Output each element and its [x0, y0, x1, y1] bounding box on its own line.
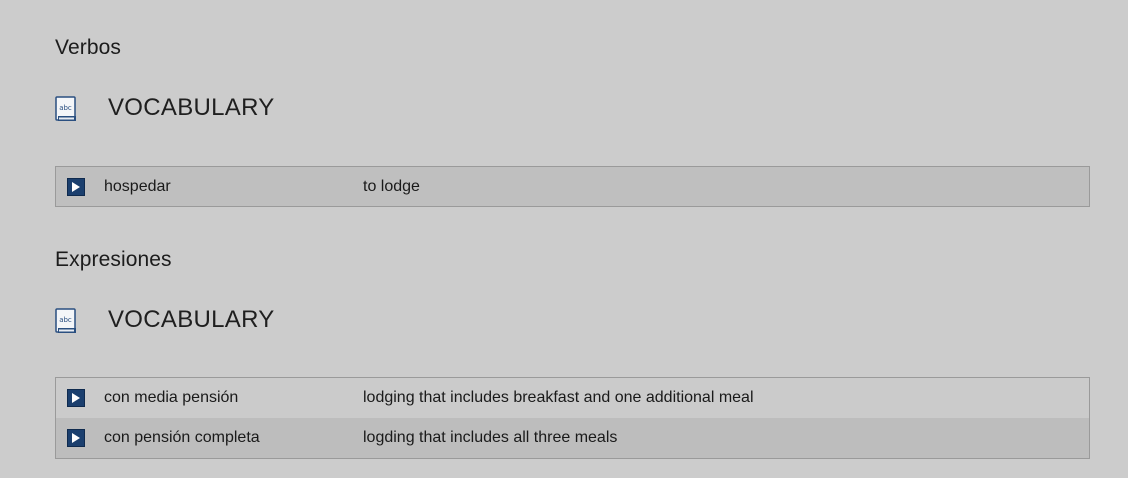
- vocab-title: VOCABULARY: [108, 94, 275, 121]
- play-audio-button[interactable]: [67, 389, 85, 407]
- vocab-list-expresiones: con media pensión lodging that includes …: [55, 377, 1090, 459]
- vocab-row: con pensión completa logding that includ…: [56, 418, 1089, 458]
- section-heading-verbos: Verbos: [55, 36, 121, 59]
- vocab-definition: logding that includes all three meals: [363, 429, 618, 446]
- vocab-term: hospedar: [104, 177, 171, 195]
- play-icon: [72, 181, 80, 192]
- svg-text:abc: abc: [59, 104, 72, 112]
- vocab-row: con media pensión lodging that includes …: [56, 378, 1089, 418]
- vocab-term: con pensión completa: [104, 429, 260, 446]
- play-audio-button[interactable]: [67, 429, 85, 447]
- vocab-list-verbos: hospedar to lodge: [55, 166, 1090, 207]
- vocabulary-page: Verbos abc VOCABULARY hospedar to lodge …: [0, 0, 1128, 478]
- vocab-title: VOCABULARY: [108, 306, 275, 333]
- play-icon: [72, 393, 80, 403]
- abc-book-icon: abc: [55, 308, 76, 333]
- section-heading-expresiones: Expresiones: [55, 248, 172, 271]
- vocab-header-expresiones: abc VOCABULARY: [55, 306, 275, 334]
- play-audio-button[interactable]: [67, 177, 85, 196]
- svg-text:abc: abc: [59, 316, 72, 324]
- play-icon: [72, 433, 80, 443]
- vocab-definition: to lodge: [363, 177, 420, 195]
- abc-book-icon: abc: [55, 96, 76, 121]
- vocab-header-verbos: abc VOCABULARY: [55, 94, 275, 122]
- vocab-row: hospedar to lodge: [56, 167, 1089, 206]
- vocab-definition: lodging that includes breakfast and one …: [363, 389, 754, 406]
- vocab-term: con media pensión: [104, 389, 239, 406]
